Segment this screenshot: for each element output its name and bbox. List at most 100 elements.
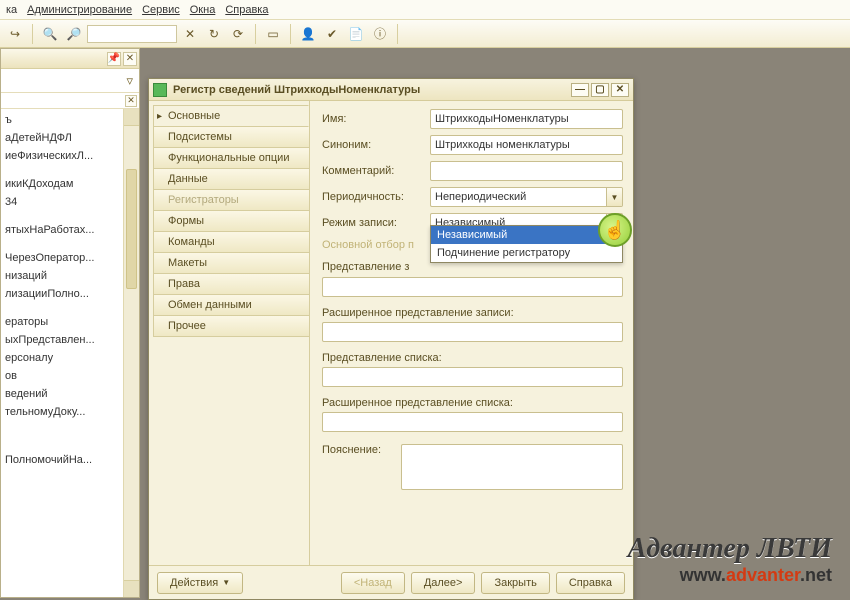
label-periodicity: Периодичность: [322, 191, 430, 203]
search-icon[interactable]: 🔎 [63, 23, 85, 45]
watermark-url: www.advanter.net [628, 565, 832, 586]
tab-registrators: Регистраторы [153, 189, 309, 211]
list-item[interactable]: лизацииПолно... [1, 285, 139, 303]
tab-subsystems[interactable]: Подсистемы [153, 126, 309, 148]
periodicity-combo[interactable] [430, 187, 623, 207]
list-item[interactable]: ъ [1, 111, 139, 129]
menu-item-service[interactable]: Сервис [142, 4, 180, 16]
list-item[interactable]: ведений [1, 385, 139, 403]
chevron-down-icon: ▼ [222, 578, 230, 587]
menu-item-windows[interactable]: Окна [190, 4, 216, 16]
chevron-down-icon[interactable]: ▼ [606, 188, 622, 206]
label-write-mode: Режим записи: [322, 217, 430, 229]
panel-header: 📌 ✕ [1, 49, 139, 69]
list-item[interactable]: иеФизическихЛ... [1, 147, 139, 165]
dialog-title: Регистр сведений ШтрихкодыНоменклатуры [173, 84, 420, 96]
list-item[interactable]: ов [1, 367, 139, 385]
ext-record-presentation-field[interactable] [322, 322, 623, 342]
tab-rights[interactable]: Права [153, 273, 309, 295]
label-ext-record-presentation: Расширенное представление записи: [322, 307, 623, 319]
list-item[interactable]: ЧерезОператор... [1, 249, 139, 267]
label-main-filter: Основной отбор п [322, 239, 430, 251]
menubar: ка Администрирование Сервис Окна Справка [0, 0, 850, 20]
dropdown-option[interactable]: Независимый [431, 226, 622, 244]
refresh-all-icon[interactable]: ⟳ [227, 23, 249, 45]
tab-functional-options[interactable]: Функциональные опции [153, 147, 309, 169]
scrollbar[interactable] [123, 109, 139, 597]
watermark: Адвантер ЛВТИ www.advanter.net [628, 533, 832, 586]
maximize-button[interactable]: ▢ [591, 83, 609, 97]
refresh-icon[interactable]: ↻ [203, 23, 225, 45]
tab-commands[interactable]: Команды [153, 231, 309, 253]
write-mode-dropdown[interactable]: Независимый Подчинение регистратору [430, 225, 623, 263]
synonym-field[interactable] [430, 135, 623, 155]
label-explanation: Пояснение: [322, 444, 401, 456]
toolbar: ↪ 🔍 🔎 ✕ ↻ ⟳ ▭ 👤 ✔ 📄 ⓘ [0, 20, 850, 48]
list-item[interactable]: тельномуДоку... [1, 403, 139, 421]
name-field[interactable] [430, 109, 623, 129]
register-icon [153, 83, 167, 97]
config-tree[interactable]: ъ аДетейНДФЛ иеФизическихЛ... икиКДохода… [1, 109, 139, 597]
list-item[interactable]: ыхПредставлен... [1, 331, 139, 349]
back-button: <Назад [341, 572, 405, 594]
workspace: 📌 ✕ ▿ ✕ ъ аДетейНДФЛ иеФизическихЛ... ик… [0, 48, 850, 600]
help-button[interactable]: Справка [556, 572, 625, 594]
list-presentation-field[interactable] [322, 367, 623, 387]
ext-list-presentation-field[interactable] [322, 412, 623, 432]
pin-icon[interactable]: 📌 [107, 52, 121, 66]
label-name: Имя: [322, 113, 430, 125]
tab-data-exchange[interactable]: Обмен данными [153, 294, 309, 316]
config-tree-panel: 📌 ✕ ▿ ✕ ъ аДетейНДФЛ иеФизическихЛ... ик… [0, 48, 140, 598]
close-button[interactable]: Закрыть [481, 572, 549, 594]
explanation-field[interactable] [401, 444, 623, 490]
toolbar-search-input[interactable] [87, 25, 177, 43]
tab-other[interactable]: Прочее [153, 315, 309, 337]
list-item[interactable]: ерсоналу [1, 349, 139, 367]
menu-item-admin[interactable]: Администрирование [27, 4, 132, 16]
watermark-title: Адвантер ЛВТИ [628, 533, 832, 565]
nav-forward-icon[interactable]: ↪ [4, 23, 26, 45]
comment-field[interactable] [430, 161, 623, 181]
next-button[interactable]: Далее> [411, 572, 476, 594]
user-icon[interactable]: 👤 [297, 23, 319, 45]
dropdown-option[interactable]: Подчинение регистратору [431, 244, 622, 262]
info-icon[interactable]: ⓘ [369, 23, 391, 45]
list-item[interactable]: ятыхНаРаботах... [1, 221, 139, 239]
register-dialog: Регистр сведений ШтрихкодыНоменклатуры —… [148, 78, 634, 600]
tab-main[interactable]: Основные [153, 105, 309, 127]
dialog-titlebar[interactable]: Регистр сведений ШтрихкодыНоменклатуры —… [149, 79, 633, 101]
cursor-hand-icon: ☝ [598, 213, 632, 247]
scrollbar-thumb[interactable] [126, 169, 137, 289]
list-item[interactable]: аДетейНДФЛ [1, 129, 139, 147]
panel-filter-bar: ▿ [1, 69, 139, 93]
list-item[interactable]: ПолномочийНа... [1, 451, 139, 469]
dialog-footer: Действия▼ <Назад Далее> Закрыть Справка [149, 565, 633, 599]
close-icon[interactable]: ✕ [125, 95, 137, 107]
tab-forms[interactable]: Формы [153, 210, 309, 232]
syntax-check-icon[interactable]: ✔ [321, 23, 343, 45]
list-item[interactable]: низаций [1, 267, 139, 285]
label-comment: Комментарий: [322, 165, 430, 177]
menu-item-help[interactable]: Справка [225, 4, 268, 16]
close-button[interactable]: ✕ [611, 83, 629, 97]
actions-button[interactable]: Действия▼ [157, 572, 243, 594]
close-icon[interactable]: ✕ [123, 52, 137, 66]
panel-sub-header: ✕ [1, 93, 139, 109]
tab-data[interactable]: Данные [153, 168, 309, 190]
folder-search-icon[interactable]: 🔍 [39, 23, 61, 45]
menu-item[interactable]: ка [6, 4, 17, 16]
label-ext-list-presentation: Расширенное представление списка: [322, 397, 623, 409]
label-record-presentation: Представление з [322, 261, 442, 273]
section-tabs: Основные Подсистемы Функциональные опции… [149, 101, 309, 565]
list-item[interactable]: ераторы [1, 313, 139, 331]
clear-search-icon[interactable]: ✕ [179, 23, 201, 45]
script-icon[interactable]: 📄 [345, 23, 367, 45]
funnel-icon[interactable]: ▿ [126, 73, 133, 89]
list-item[interactable]: 34 [1, 193, 139, 211]
list-item[interactable]: икиКДоходам [1, 175, 139, 193]
minimize-button[interactable]: — [571, 83, 589, 97]
tab-templates[interactable]: Макеты [153, 252, 309, 274]
record-presentation-field[interactable] [322, 277, 623, 297]
window-icon[interactable]: ▭ [262, 23, 284, 45]
label-synonym: Синоним: [322, 139, 430, 151]
